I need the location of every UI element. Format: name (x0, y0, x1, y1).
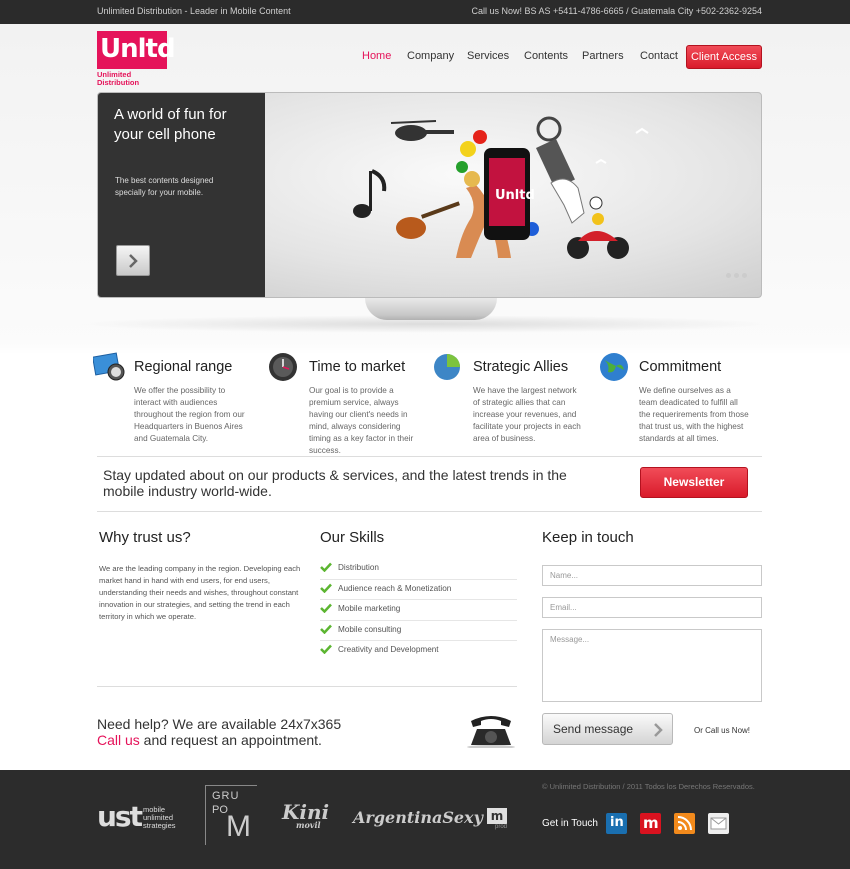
monitor-shadow (70, 315, 780, 333)
client-access-button[interactable]: Client Access (686, 45, 762, 69)
email-icon[interactable] (708, 813, 729, 834)
skill-item: Mobile consulting (320, 621, 517, 641)
hero-caption-panel: A world of fun for your cell phone The b… (98, 93, 265, 297)
checkmark-icon (320, 603, 332, 613)
divider (97, 511, 762, 512)
linkedin-icon[interactable]: in (606, 813, 627, 834)
copyright: © Unlimited Distribution / 2011 Todos lo… (542, 782, 755, 791)
slider-dot[interactable] (734, 273, 739, 278)
logo[interactable]: Unltd Unlimited Distribution (97, 31, 176, 87)
skill-item: Distribution (320, 559, 517, 580)
tagline: Unlimited Distribution - Leader in Mobil… (97, 6, 291, 16)
nav-company[interactable]: Company (407, 50, 454, 62)
divider (97, 456, 762, 457)
nav-home[interactable]: Home (362, 50, 391, 62)
why-text: We are the leading company in the region… (99, 564, 301, 621)
rss-glyph (677, 816, 692, 831)
name-field[interactable]: Name... (542, 565, 762, 586)
rss-icon[interactable] (674, 813, 695, 834)
send-message-button[interactable]: Send message (542, 713, 673, 745)
m-icon[interactable]: m (640, 813, 661, 834)
help-line2-rest: and request an appointment. (139, 732, 322, 748)
pie-chart-icon (434, 354, 460, 380)
skills-title: Our Skills (320, 529, 385, 546)
help-line1: Need help? We are available 24x7x365 (97, 716, 342, 732)
chevron-right-icon (129, 254, 138, 268)
feature-title: Time to market (309, 359, 406, 375)
feature-title: Strategic Allies (473, 359, 569, 375)
smartphone-icon: Unltd (484, 148, 535, 240)
logo-mark: Unltd (97, 31, 176, 69)
contact-phones: Call us Now! BS AS +5411-4786-6665 / Gua… (471, 6, 762, 16)
skill-item: Creativity and Development (320, 641, 517, 662)
hero-title: A world of fun for your cell phone (114, 106, 227, 143)
music-note-icon (353, 169, 387, 218)
why-title: Why trust us? (99, 529, 191, 546)
helicopter-icon (390, 120, 454, 141)
skill-label: Distribution (338, 563, 379, 572)
brand-argentina-sexy-logo[interactable]: ArgentinaSexy (353, 808, 483, 827)
email-field[interactable]: Email... (542, 597, 762, 618)
skills-list: Distribution Audience reach & Monetizati… (320, 559, 517, 662)
map-compass-icon (93, 352, 125, 381)
feature-text: We offer the possibility to interact wit… (134, 386, 245, 443)
telephone-icon (467, 716, 515, 748)
hero-illustration: Unltd (353, 116, 649, 259)
help-line2: Call us and request an appointment. (97, 732, 341, 748)
feature-title: Regional range (134, 359, 233, 375)
envelope-glyph (710, 817, 727, 830)
svg-text:Unltd: Unltd (495, 188, 535, 203)
logo-subtitle: Unlimited Distribution (97, 71, 167, 87)
skill-item: Audience reach & Monetization (320, 580, 517, 600)
balloon-icon (460, 141, 476, 157)
call-us-link[interactable]: Call us (97, 732, 140, 748)
film-reel-icon (535, 116, 575, 189)
or-call-text: Or Call us Now! (694, 726, 751, 735)
newsletter-text: Stay updated about on our products & ser… (103, 467, 567, 499)
nav-contents[interactable]: Contents (524, 50, 568, 62)
newsletter-button[interactable]: Newsletter (640, 467, 748, 498)
skill-label: Mobile consulting (338, 624, 402, 634)
nav-partners[interactable]: Partners (582, 50, 624, 62)
brand-m-prod-logo[interactable]: m prod (487, 808, 507, 832)
feature-text: We define ourselves as a team deadicated… (639, 386, 749, 443)
skill-item: Mobile marketing (320, 600, 517, 621)
chevron-right-icon (654, 723, 663, 737)
slider-dot[interactable] (726, 273, 731, 278)
hero-subtitle: The best contents designed specially for… (115, 176, 214, 197)
contact-title: Keep in touch (542, 529, 634, 546)
help-text: Need help? We are available 24x7x365 Cal… (97, 716, 341, 748)
checkmark-icon (320, 562, 332, 572)
nav-services[interactable]: Services (467, 50, 509, 62)
feature-title: Commitment (639, 359, 722, 375)
checkmark-icon (320, 624, 332, 634)
brand-kini-logo[interactable]: Kini movil (282, 800, 329, 830)
send-message-label: Send message (553, 722, 634, 736)
divider (97, 686, 517, 687)
hero-slider: A world of fun for your cell phone The b… (97, 92, 762, 298)
globe-icon (600, 353, 628, 381)
feature-text: We have the largest network of strategic… (473, 386, 581, 443)
balloon-icon (473, 130, 487, 144)
feature-text: Our goal is to provide a premium service… (309, 386, 414, 455)
balloon-icon (456, 161, 468, 173)
skill-label: Creativity and Development (338, 645, 439, 654)
clock-icon (269, 353, 297, 381)
message-field[interactable]: Message... (542, 629, 762, 702)
get-in-touch-label: Get in Touch (542, 818, 598, 829)
checkmark-icon (320, 583, 332, 593)
checkmark-icon (320, 644, 332, 654)
skill-label: Audience reach & Monetization (338, 583, 452, 593)
logo-sub-line2: Distribution (97, 78, 140, 87)
nav-contact[interactable]: Contact (640, 50, 678, 62)
top-bar: Unlimited Distribution - Leader in Mobil… (0, 0, 850, 24)
slider-dots[interactable] (723, 265, 747, 283)
brand-grupo-m-logo[interactable]: GRU PO M (205, 785, 257, 845)
guitar-icon (396, 201, 460, 239)
hero-next-button[interactable] (116, 245, 150, 276)
skill-label: Mobile marketing (338, 604, 401, 613)
slider-dot[interactable] (742, 273, 747, 278)
